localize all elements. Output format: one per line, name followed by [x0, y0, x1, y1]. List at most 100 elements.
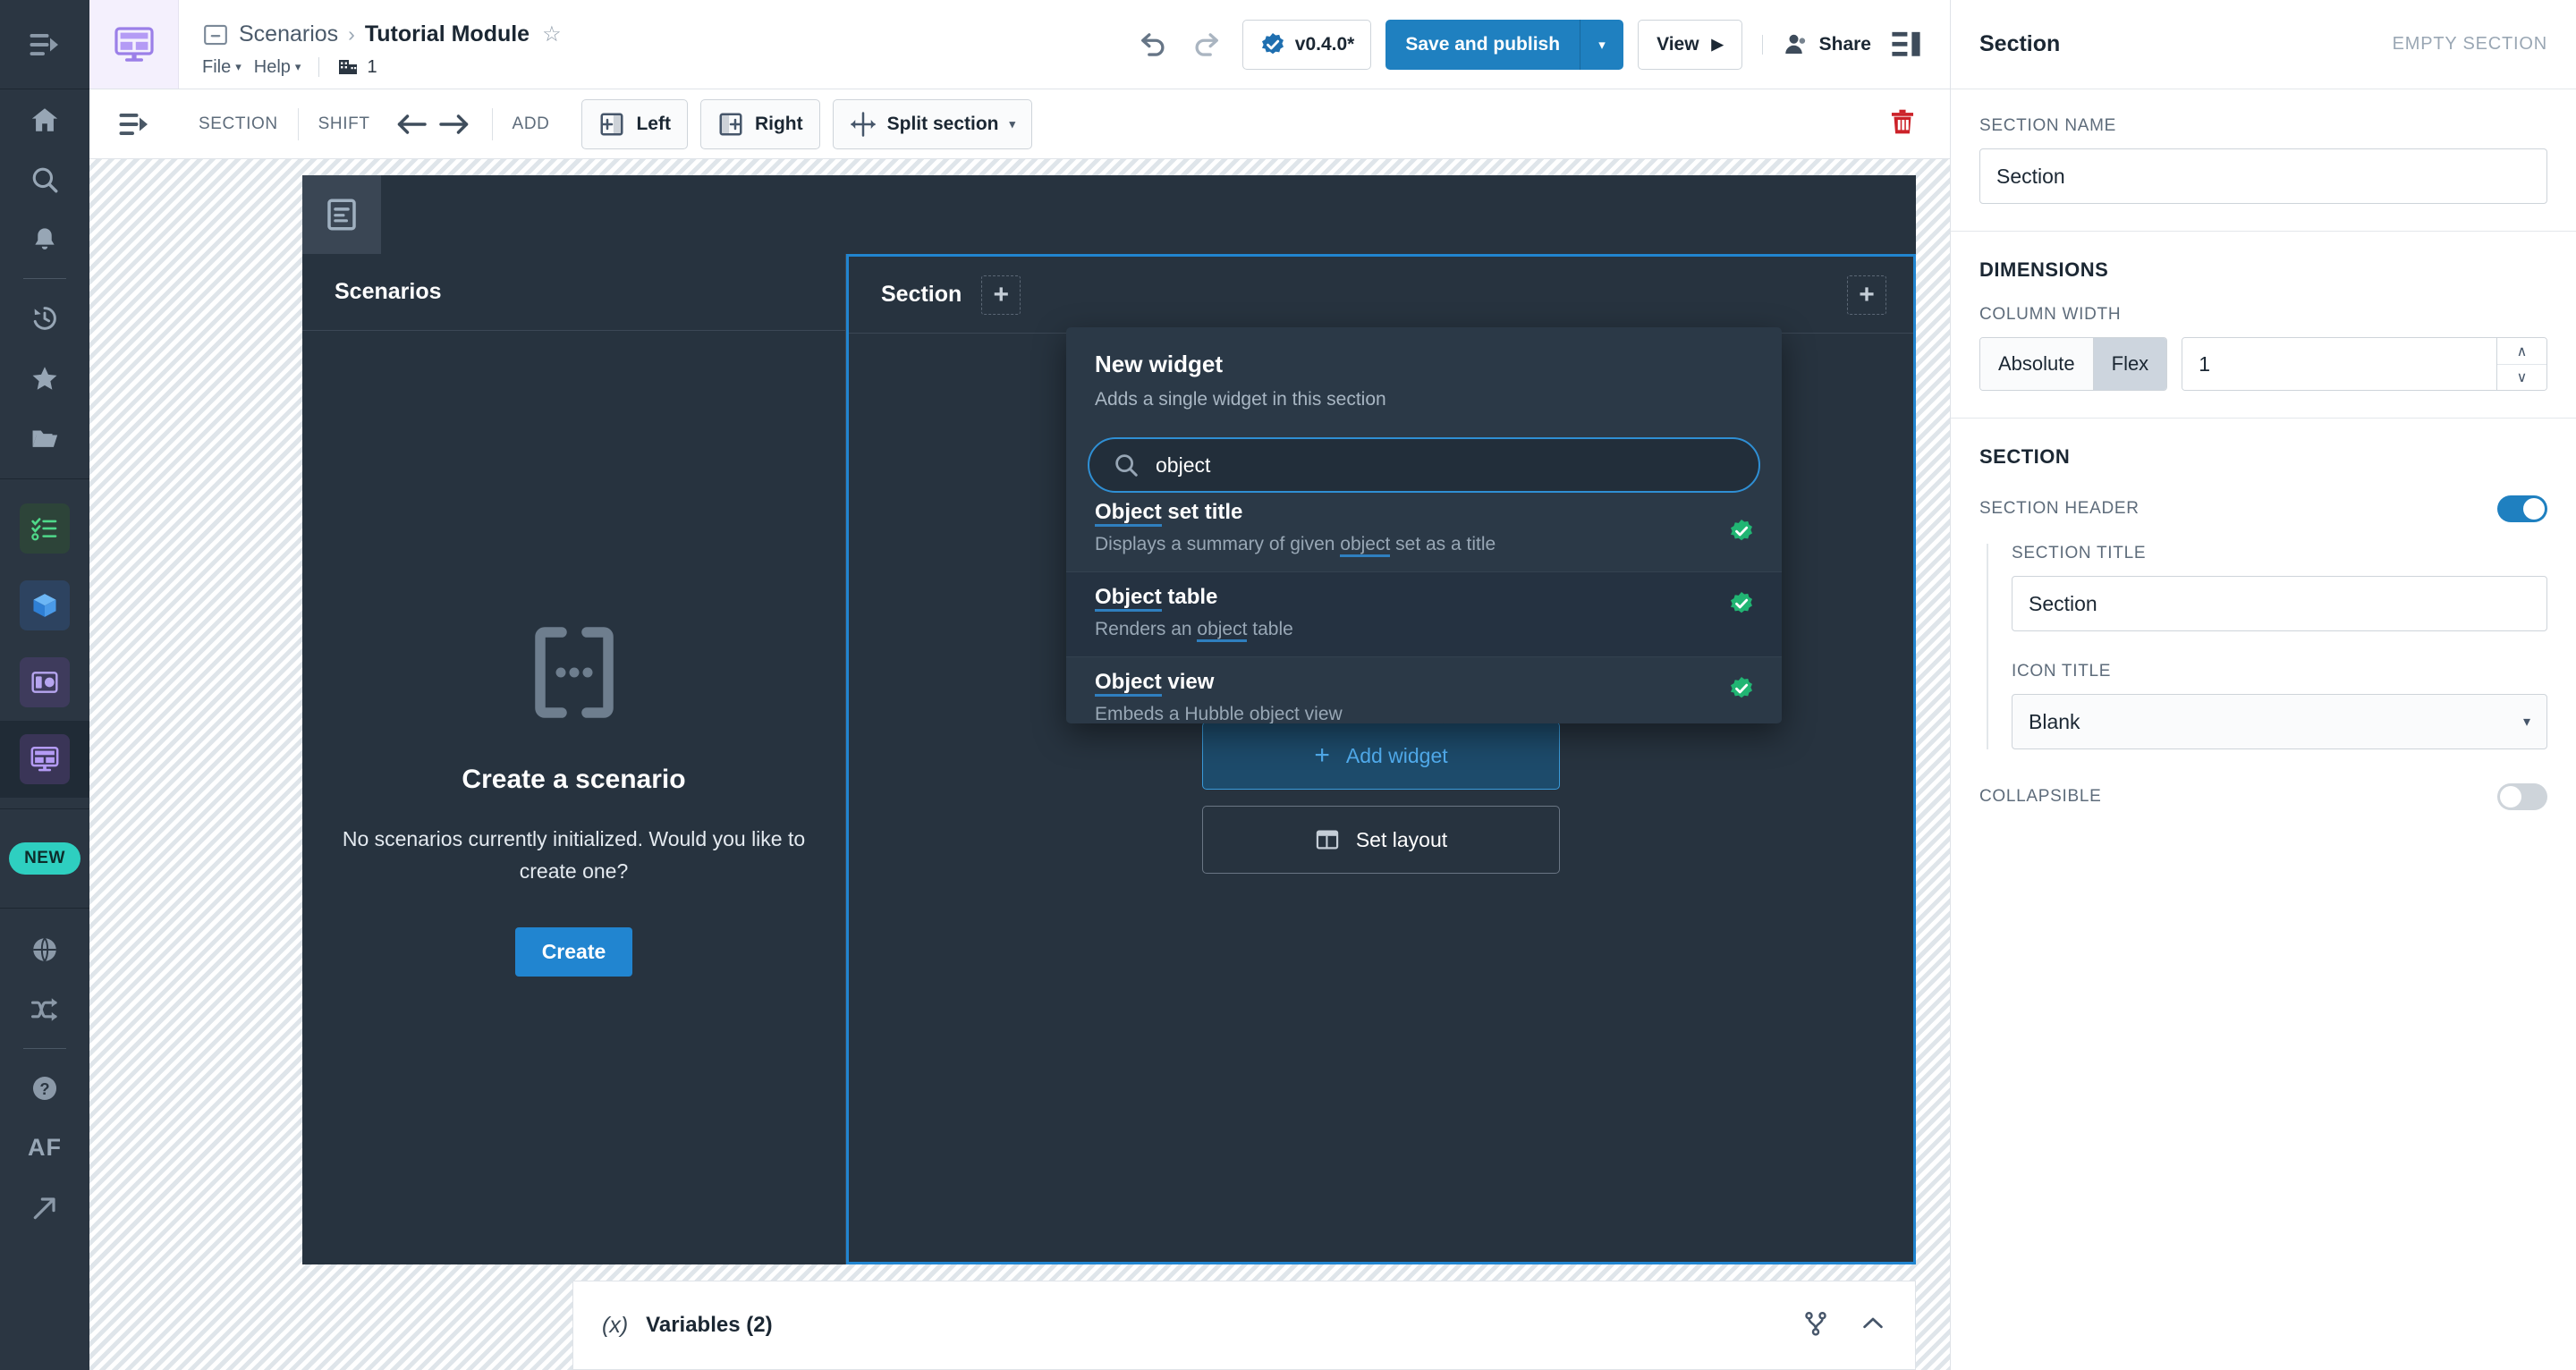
rail-divider — [0, 808, 89, 809]
rail-item-search[interactable] — [0, 149, 89, 209]
top-bar: Scenarios › Tutorial Module ☆ File ▾ Hel… — [89, 0, 1950, 89]
width-value[interactable]: 1 — [2182, 338, 2496, 390]
widget-item-desc-post: view — [1299, 704, 1343, 723]
external-link-arrow-icon — [33, 1197, 55, 1219]
rail-item-global[interactable] — [0, 919, 89, 979]
widget-results-list[interactable]: Object set title Displays a summary of g… — [1066, 500, 1782, 723]
width-decrement-button[interactable]: ∨ — [2497, 364, 2546, 390]
rail-item-shuffle[interactable] — [0, 979, 89, 1039]
delete-section-button[interactable] — [1887, 106, 1918, 141]
chevron-down-icon: ▾ — [2522, 715, 2530, 730]
widget-search-value: object — [1156, 452, 1211, 477]
breadcrumb: Scenarios › Tutorial Module ☆ — [202, 21, 562, 47]
rail-item-open-external[interactable] — [0, 1178, 89, 1238]
widget-search-input[interactable]: object — [1088, 437, 1760, 493]
rail-new-badge[interactable]: NEW — [0, 820, 89, 897]
rail-item-avatar[interactable]: AF — [0, 1118, 89, 1178]
menu-file[interactable]: File ▾ — [202, 57, 242, 78]
right-properties-panel: Section EMPTY SECTION SECTION NAME Secti… — [1950, 0, 2576, 1370]
rail-item-workshop[interactable] — [0, 721, 89, 798]
rail-item-favorites[interactable] — [0, 348, 89, 408]
width-mode-flex[interactable]: Flex — [2092, 338, 2167, 390]
panel-toggle-icon — [1892, 31, 1920, 56]
module-header-icon-slot — [302, 175, 381, 254]
rail-item-help[interactable]: ? — [0, 1058, 89, 1118]
chevron-down-icon: ▾ — [235, 60, 242, 73]
version-label: v0.4.0* — [1294, 33, 1355, 55]
split-section-icon — [850, 111, 876, 137]
rail-item-ontology[interactable] — [0, 567, 89, 644]
collapsible-label: COLLAPSIBLE — [1979, 787, 2102, 806]
view-button[interactable]: View ▶ — [1638, 19, 1742, 70]
width-mode-absolute[interactable]: Absolute — [1980, 338, 2093, 390]
rail-divider — [23, 1048, 66, 1049]
widget-list-item[interactable]: Object view Embeds a Hubble object view — [1066, 656, 1782, 723]
menu-help[interactable]: Help ▾ — [254, 57, 301, 78]
toggle-knob — [2523, 498, 2545, 520]
layout-icon — [1316, 830, 1339, 850]
section-header-row: SECTION HEADER — [1979, 495, 2547, 522]
collapsible-toggle[interactable] — [2497, 783, 2547, 810]
rail-collapse-toggle[interactable] — [0, 0, 89, 89]
widget-item-name: Object set title — [1095, 500, 1753, 527]
share-button[interactable]: Share — [1783, 31, 1871, 58]
shift-left-button[interactable] — [390, 103, 433, 146]
check-badge-icon — [1731, 592, 1752, 613]
favorite-star-icon[interactable]: ☆ — [542, 21, 562, 47]
column-section-add-icon-button[interactable]: + — [981, 275, 1021, 315]
section-name-group: SECTION NAME Section — [1951, 89, 2576, 232]
save-and-publish-dropdown[interactable]: ▾ — [1580, 19, 1624, 70]
section-header-toggle[interactable] — [2497, 495, 2547, 522]
branch-button[interactable] — [1802, 1310, 1829, 1341]
shift-right-button[interactable] — [433, 103, 476, 146]
section-title-input[interactable]: Section — [2012, 576, 2547, 631]
organization-indicator[interactable]: 1 — [337, 56, 377, 78]
rail-item-notifications[interactable] — [0, 209, 89, 269]
add-widget-button[interactable]: + Add widget — [1202, 722, 1560, 790]
menu-file-label: File — [202, 56, 232, 77]
section-name-input[interactable]: Section — [1979, 148, 2547, 204]
add-left-button[interactable]: Left — [581, 98, 688, 149]
add-left-label: Left — [636, 113, 671, 134]
right-panel-toggle[interactable] — [1885, 24, 1927, 65]
status-available-icon — [1728, 590, 1755, 622]
save-and-publish-button[interactable]: Save and publish — [1385, 19, 1581, 70]
set-layout-button[interactable]: Set layout — [1202, 806, 1560, 874]
widget-item-desc-pre: Renders an — [1095, 619, 1198, 639]
width-stepper[interactable]: 1 ∧ ∨ — [2182, 337, 2547, 391]
set-layout-label: Set layout — [1355, 827, 1448, 851]
chevron-down-icon: ▾ — [294, 60, 301, 73]
section-header-sub-settings: SECTION TITLE Section ICON TITLE Blank ▾ — [1987, 544, 2547, 749]
toolbar-collapse-toggle[interactable] — [89, 111, 179, 138]
scenarios-empty-state: Create a scenario No scenarios currently… — [342, 619, 807, 977]
widget-item-name-rest: table — [1161, 585, 1218, 609]
redo-button[interactable] — [1187, 24, 1228, 65]
rail-item-tasks[interactable] — [0, 490, 89, 567]
variables-label: Variables (2) — [646, 1313, 773, 1337]
breadcrumb-parent[interactable]: Scenarios — [239, 21, 338, 47]
widget-item-name-match: Object — [1095, 585, 1162, 612]
widget-list-item[interactable]: Object table Renders an object table — [1066, 571, 1782, 656]
variables-bar[interactable]: (x) Variables (2) — [572, 1281, 1916, 1370]
app-icon-button[interactable] — [89, 0, 179, 89]
rail-item-history[interactable] — [0, 288, 89, 348]
version-button[interactable]: v0.4.0* — [1241, 19, 1372, 70]
create-scenario-button[interactable]: Create — [514, 926, 633, 977]
widget-item-desc: Renders an object table — [1095, 619, 1753, 642]
rail-item-home[interactable] — [0, 89, 89, 149]
column-section-add-right-button[interactable]: + — [1847, 275, 1886, 315]
rail-item-projects[interactable] — [0, 408, 89, 468]
chevron-down-icon: ▾ — [1009, 116, 1016, 131]
rail-item-reports[interactable] — [0, 644, 89, 721]
trash-icon — [1891, 109, 1914, 134]
rail-divider — [0, 908, 89, 909]
section-heading: SECTION — [1979, 445, 2071, 468]
width-increment-button[interactable]: ∧ — [2497, 338, 2546, 364]
widget-list-item[interactable]: Object set title Displays a summary of g… — [1066, 500, 1782, 571]
undo-button[interactable] — [1131, 24, 1173, 65]
split-section-button[interactable]: Split section ▾ — [832, 98, 1033, 149]
variables-collapse-button[interactable] — [1860, 1310, 1886, 1341]
icon-title-select[interactable]: Blank ▾ — [2012, 694, 2547, 749]
add-right-button[interactable]: Right — [699, 98, 820, 149]
application-root: NEW ? AF Scenarios › Tutorial Module ☆ F… — [0, 0, 2576, 1370]
